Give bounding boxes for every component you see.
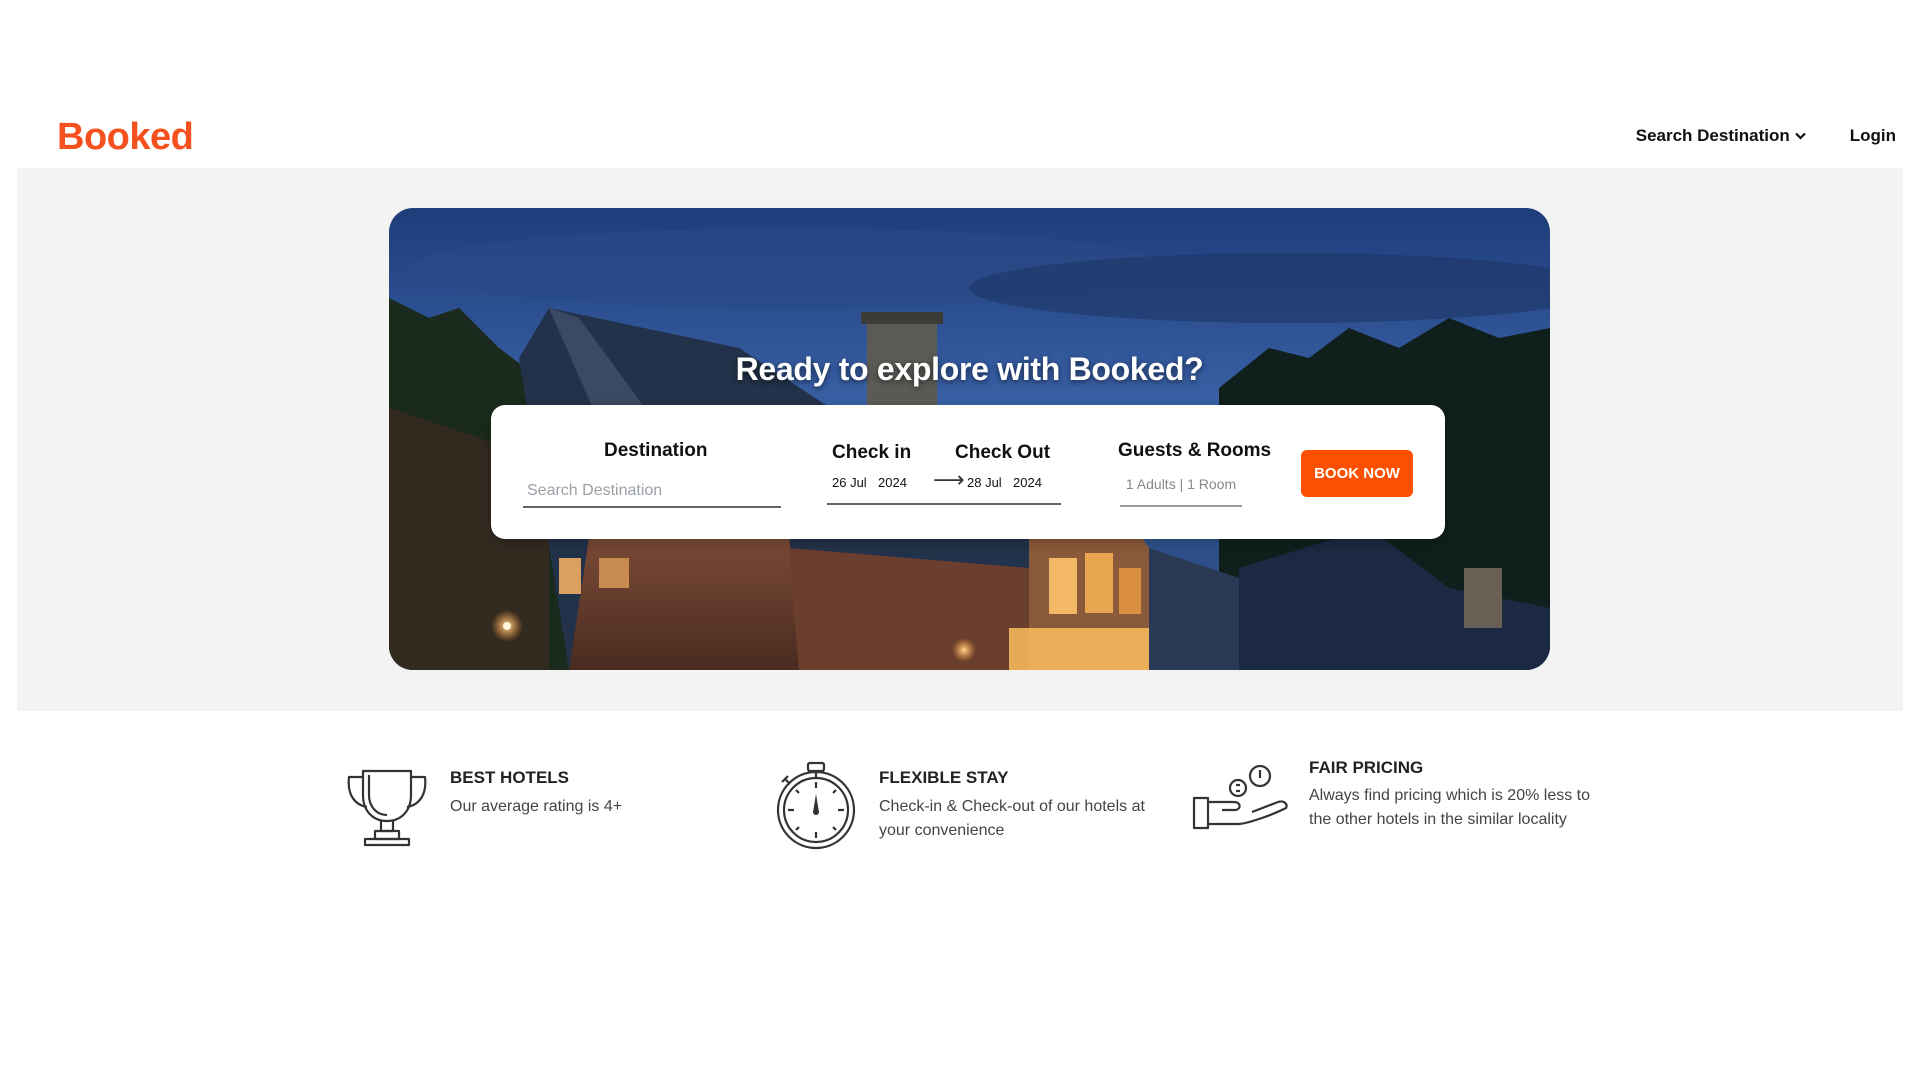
chevron-down-icon <box>1794 132 1806 140</box>
feature-description: Always find pricing which is 20% less to… <box>1309 787 1591 828</box>
feature-title: BEST HOTELS <box>450 768 570 787</box>
feature-description: Our average rating is 4+ <box>450 798 623 815</box>
checkout-label: Check Out <box>955 442 1051 463</box>
login-link[interactable]: Login <box>1850 126 1896 146</box>
checkin-day: 26 Jul <box>832 475 867 490</box>
feature-title: FLEXIBLE STAY <box>879 768 1009 787</box>
feature-description: Check-in & Check-out of our hotels at yo… <box>879 798 1145 839</box>
navbar: Booked Search Destination Login <box>0 98 1920 168</box>
logo[interactable]: Booked <box>57 116 194 159</box>
guests-rooms-selector[interactable]: 1 Adults | 1 Room <box>1120 467 1242 507</box>
destination-input[interactable] <box>523 476 781 508</box>
arrow-right-icon: ⟶ <box>933 467 965 492</box>
nav-menu: Search Destination Login <box>1636 126 1896 146</box>
search-card: Destination Check in Check Out 26 Jul 20… <box>491 405 1445 539</box>
guests-label: Guests & Rooms <box>1118 440 1272 461</box>
book-now-button[interactable]: BOOK NOW <box>1301 450 1413 497</box>
feature-title: FAIR PRICING <box>1309 758 1424 777</box>
stopwatch-icon <box>776 761 856 850</box>
checkin-label: Check in <box>832 442 912 463</box>
trophy-icon <box>347 769 427 847</box>
search-destination-dropdown[interactable]: Search Destination <box>1636 126 1806 146</box>
date-range-picker[interactable]: 26 Jul 2024 ⟶ 28 Jul 2024 <box>827 467 1061 505</box>
hero-title: Ready to explore with Booked? <box>735 351 1204 387</box>
dropdown-label: Search Destination <box>1635 126 1790 145</box>
checkout-year: 2024 <box>1013 475 1042 490</box>
coin-hand-icon <box>1192 764 1288 830</box>
checkin-year: 2024 <box>878 475 907 490</box>
hero-banner: Ready to explore with Booked? Destinatio… <box>389 208 1550 670</box>
checkout-day: 28 Jul <box>967 475 1002 490</box>
destination-label: Destination <box>604 440 708 461</box>
